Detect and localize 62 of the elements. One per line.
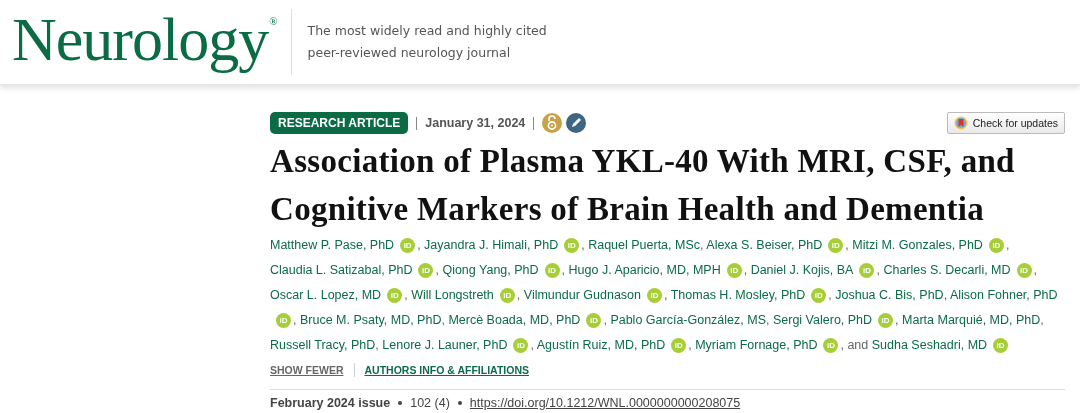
- separator: ,: [435, 263, 439, 277]
- author-link[interactable]: Qiong Yang, PhD: [442, 263, 539, 277]
- doi-link[interactable]: https://doi.org/10.1212/WNL.0000000000208075: [469, 396, 741, 410]
- author-link[interactable]: Alexa S. Beiser, PhD: [706, 238, 823, 252]
- author-link[interactable]: Myriam Fornage, PhD: [695, 338, 818, 352]
- author-link[interactable]: Sudha Seshadri, MD: [871, 338, 988, 352]
- separator: ,: [1033, 263, 1038, 277]
- separator: ,: [1040, 313, 1044, 327]
- separator: ,: [700, 238, 704, 252]
- separator: ,: [743, 263, 748, 277]
- pencil-icon: [566, 113, 587, 133]
- author-link[interactable]: Lenore J. Launer, PhD: [382, 338, 508, 352]
- separator: ,: [530, 338, 534, 352]
- author-link[interactable]: Daniel J. Kojis, BA: [750, 263, 854, 277]
- author-link[interactable]: Claudia L. Satizabal, PhD: [270, 263, 413, 277]
- separator: ,: [603, 313, 607, 327]
- article-title: Association of Plasma YKL-40 With MRI, CSF, and Cognitive Markers of Brain Health and Dementia: [270, 142, 1016, 229]
- separator: ,: [895, 313, 899, 327]
- bookmark-icon: [953, 116, 968, 130]
- separator: ,: [417, 238, 421, 252]
- author-link[interactable]: Will Longstreth: [411, 288, 494, 302]
- author-link[interactable]: Charles S. Decarli, MD: [883, 263, 1011, 277]
- author-link[interactable]: Sergi Valero, PhD: [772, 313, 873, 327]
- volume-number: 102 (4): [410, 396, 450, 410]
- separator: ,: [581, 238, 585, 252]
- author-link[interactable]: Vilmundur Gudnason: [523, 288, 641, 302]
- journal-logo[interactable]: Neurology®: [12, 8, 277, 76]
- author-link[interactable]: Jayandra J. Himali, PhD: [424, 238, 559, 252]
- separator: ,: [375, 338, 379, 352]
- author-link[interactable]: Mitzi M. Gonzales, PhD: [852, 238, 983, 252]
- separator: , and: [840, 338, 869, 352]
- separator: ,: [688, 338, 692, 352]
- separator: ,: [876, 263, 880, 277]
- author-link[interactable]: Joshua C. Bis, PhD: [835, 288, 944, 302]
- separator: ,: [516, 288, 521, 302]
- author-link[interactable]: Hugo J. Aparicio, MD, MPH: [568, 263, 721, 277]
- author-link[interactable]: Alison Fohner, PhD: [949, 288, 1058, 302]
- separator: ,: [561, 263, 566, 277]
- separator: ,: [441, 313, 445, 327]
- article-type-badge: RESEARCH ARTICLE: [270, 112, 409, 134]
- separator: ,: [828, 288, 832, 302]
- check-for-updates-button[interactable]: Check for updates: [946, 112, 1065, 134]
- author-link[interactable]: Raquel Puerta, MSc: [588, 238, 700, 252]
- author-link[interactable]: Oscar L. Lopez, MD: [270, 288, 382, 302]
- separator: ,: [293, 313, 297, 327]
- issue-label: February 2024 issue: [270, 396, 391, 410]
- separator: ,: [766, 313, 770, 327]
- separator: ,: [664, 288, 668, 302]
- author-link[interactable]: Thomas H. Mosley, PhD: [670, 288, 806, 302]
- separator: ,: [845, 238, 849, 252]
- separator: ,: [1005, 238, 1010, 252]
- tagline: The most widely read and highly cited peer-reviewed neurology journal: [307, 22, 548, 62]
- show-fewer-link[interactable]: SHOW FEWER: [270, 364, 344, 376]
- affiliations-link[interactable]: AUTHORS INFO & AFFILIATIONS: [364, 364, 529, 376]
- publication-date: January 31, 2024: [425, 116, 526, 130]
- separator: ,: [943, 288, 948, 302]
- separator: ,: [404, 288, 408, 302]
- author-link[interactable]: Mercè Boada, MD, PhD: [448, 313, 581, 327]
- open-access-icon: [542, 113, 563, 133]
- author-link[interactable]: Agustín Ruiz, MD, PhD: [536, 338, 666, 352]
- author-link[interactable]: Matthew P. Pase, PhD: [270, 238, 395, 252]
- author-link[interactable]: Pablo García-González, MS: [610, 313, 766, 327]
